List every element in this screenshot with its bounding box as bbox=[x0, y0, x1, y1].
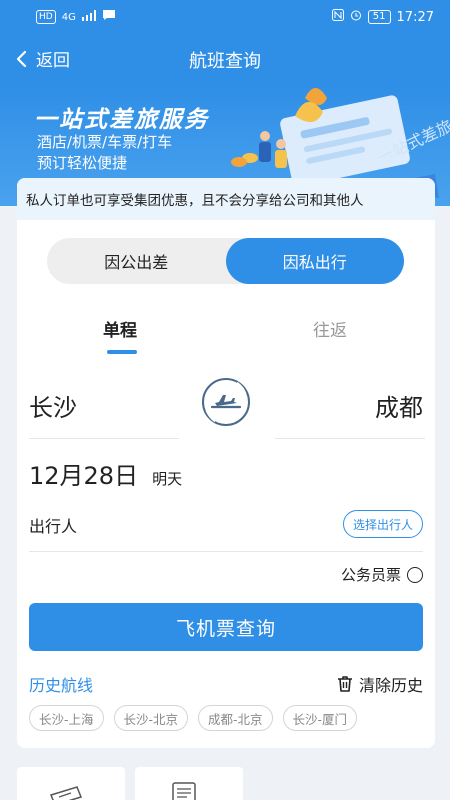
nfc-icon bbox=[331, 9, 344, 25]
date-value: 12月28日 bbox=[29, 462, 139, 490]
history-title: 历史航线 bbox=[29, 676, 94, 695]
signal-icon bbox=[81, 9, 96, 25]
choose-traveler-button[interactable]: 选择出行人 bbox=[342, 510, 423, 538]
banner-subtitle: 酒店/机票/车票/打车 预订轻松便捷 bbox=[37, 132, 172, 174]
tab-one-way[interactable]: 单程 bbox=[103, 316, 137, 341]
service-tile[interactable] bbox=[17, 767, 125, 800]
active-tab-indicator bbox=[107, 350, 137, 354]
clear-history-button[interactable]: 清除历史 bbox=[337, 672, 423, 696]
ticket-icon bbox=[50, 786, 82, 800]
flight-search-button[interactable]: 飞机票查询 bbox=[29, 603, 423, 651]
government-ticket-option[interactable]: 公务员票 bbox=[341, 564, 423, 585]
swap-cities-button[interactable] bbox=[200, 376, 252, 428]
battery-indicator: 51 bbox=[367, 10, 391, 24]
divider bbox=[275, 438, 425, 439]
departure-city[interactable]: 长沙 bbox=[29, 388, 77, 423]
government-ticket-radio[interactable] bbox=[407, 566, 423, 583]
hd-indicator: HD bbox=[36, 10, 56, 24]
arrival-city[interactable]: 成都 bbox=[375, 388, 423, 423]
travel-type-toggle: 因公出差 因私出行 bbox=[47, 238, 404, 284]
trash-icon bbox=[337, 676, 352, 692]
clock: 17:27 bbox=[396, 9, 434, 25]
history-route-chip[interactable]: 长沙-北京 bbox=[113, 705, 189, 731]
clear-history-label: 清除历史 bbox=[358, 676, 423, 695]
status-bar: HD 4G 51 17:27 bbox=[0, 0, 450, 34]
page-title: 航班查询 bbox=[189, 51, 261, 72]
navigation-bar: 返回 航班查询 bbox=[0, 34, 450, 86]
history-route-chip[interactable]: 长沙-上海 bbox=[29, 705, 104, 731]
private-trip-option[interactable]: 因私出行 bbox=[225, 238, 404, 284]
document-icon bbox=[172, 782, 196, 800]
privacy-notice: 私人订单也可享受集团优惠，且不会分享给公司和其他人 bbox=[17, 178, 435, 220]
date-relative: 明天 bbox=[152, 470, 183, 488]
message-icon bbox=[102, 9, 116, 25]
banner-line-1: 酒店/机票/车票/打车 bbox=[37, 133, 173, 151]
business-trip-option[interactable]: 因公出差 bbox=[47, 238, 226, 284]
network-indicator: 4G bbox=[61, 11, 76, 23]
service-tile[interactable] bbox=[135, 767, 243, 800]
divider bbox=[29, 438, 179, 439]
traveler-label: 出行人 bbox=[29, 517, 78, 536]
banner-line-2: 预订轻松便捷 bbox=[37, 154, 128, 172]
alarm-icon bbox=[350, 9, 362, 25]
history-route-chip[interactable]: 长沙-厦门 bbox=[282, 705, 358, 731]
history-route-chip[interactable]: 成都-北京 bbox=[198, 705, 273, 731]
divider bbox=[29, 551, 423, 552]
banner-title: 一站式差旅服务 bbox=[34, 107, 209, 133]
trip-type-tabs: 单程 往返 bbox=[17, 316, 435, 360]
tab-round-trip[interactable]: 往返 bbox=[313, 316, 347, 341]
departure-date[interactable]: 12月28日 明天 bbox=[29, 456, 182, 491]
booking-card: 私人订单也可享受集团优惠，且不会分享给公司和其他人 因公出差 因私出行 单程 往… bbox=[17, 178, 435, 748]
government-ticket-label: 公务员票 bbox=[340, 566, 401, 584]
history-routes: 长沙-上海 长沙-北京 成都-北京 长沙-厦门 bbox=[29, 705, 358, 731]
